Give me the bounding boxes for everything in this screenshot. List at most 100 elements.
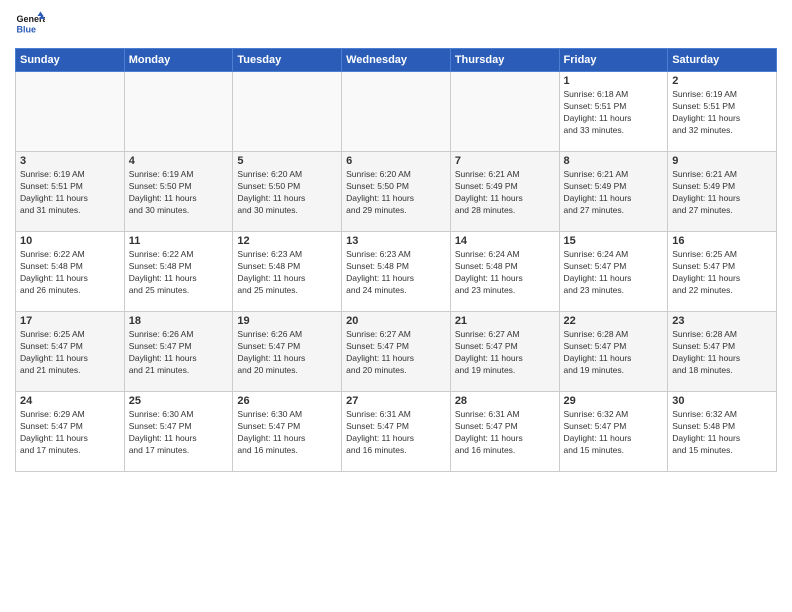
week-row-1: 1 Sunrise: 6:18 AM Sunset: 5:51 PM Daylig… <box>16 72 777 152</box>
day-cell: 27 Sunrise: 6:31 AM Sunset: 5:47 PM Dayli… <box>342 392 451 472</box>
day-cell: 14 Sunrise: 6:24 AM Sunset: 5:48 PM Dayli… <box>450 232 559 312</box>
day-cell <box>124 72 233 152</box>
day-info: Sunrise: 6:21 AM Sunset: 5:49 PM Dayligh… <box>672 169 772 217</box>
calendar-table: SundayMondayTuesdayWednesdayThursdayFrid… <box>15 48 777 472</box>
day-info: Sunrise: 6:19 AM Sunset: 5:51 PM Dayligh… <box>672 89 772 137</box>
day-number: 19 <box>237 315 337 327</box>
day-cell: 3 Sunrise: 6:19 AM Sunset: 5:51 PM Daylig… <box>16 152 125 232</box>
svg-text:Blue: Blue <box>17 25 37 35</box>
day-info: Sunrise: 6:24 AM Sunset: 5:48 PM Dayligh… <box>455 249 555 297</box>
col-header-wednesday: Wednesday <box>342 49 451 72</box>
day-number: 14 <box>455 235 555 247</box>
week-row-3: 10 Sunrise: 6:22 AM Sunset: 5:48 PM Dayli… <box>16 232 777 312</box>
day-number: 25 <box>129 395 229 407</box>
day-info: Sunrise: 6:18 AM Sunset: 5:51 PM Dayligh… <box>564 89 664 137</box>
day-info: Sunrise: 6:22 AM Sunset: 5:48 PM Dayligh… <box>129 249 229 297</box>
day-cell: 10 Sunrise: 6:22 AM Sunset: 5:48 PM Dayli… <box>16 232 125 312</box>
day-cell <box>233 72 342 152</box>
day-cell <box>450 72 559 152</box>
day-cell: 24 Sunrise: 6:29 AM Sunset: 5:47 PM Dayli… <box>16 392 125 472</box>
day-info: Sunrise: 6:29 AM Sunset: 5:47 PM Dayligh… <box>20 409 120 457</box>
day-number: 30 <box>672 395 772 407</box>
day-number: 24 <box>20 395 120 407</box>
day-number: 18 <box>129 315 229 327</box>
day-number: 17 <box>20 315 120 327</box>
day-number: 13 <box>346 235 446 247</box>
day-info: Sunrise: 6:26 AM Sunset: 5:47 PM Dayligh… <box>237 329 337 377</box>
calendar-header-row: SundayMondayTuesdayWednesdayThursdayFrid… <box>16 49 777 72</box>
day-cell: 9 Sunrise: 6:21 AM Sunset: 5:49 PM Daylig… <box>668 152 777 232</box>
day-number: 29 <box>564 395 664 407</box>
day-cell: 5 Sunrise: 6:20 AM Sunset: 5:50 PM Daylig… <box>233 152 342 232</box>
day-cell: 11 Sunrise: 6:22 AM Sunset: 5:48 PM Dayli… <box>124 232 233 312</box>
week-row-4: 17 Sunrise: 6:25 AM Sunset: 5:47 PM Dayli… <box>16 312 777 392</box>
day-number: 3 <box>20 155 120 167</box>
day-info: Sunrise: 6:25 AM Sunset: 5:47 PM Dayligh… <box>672 249 772 297</box>
day-cell: 19 Sunrise: 6:26 AM Sunset: 5:47 PM Dayli… <box>233 312 342 392</box>
day-info: Sunrise: 6:28 AM Sunset: 5:47 PM Dayligh… <box>564 329 664 377</box>
day-info: Sunrise: 6:21 AM Sunset: 5:49 PM Dayligh… <box>564 169 664 217</box>
day-cell: 4Sunrise: 6:19 AM Sunset: 5:50 PM Daylig… <box>124 152 233 232</box>
day-info: Sunrise: 6:30 AM Sunset: 5:47 PM Dayligh… <box>237 409 337 457</box>
day-number: 22 <box>564 315 664 327</box>
day-number: 23 <box>672 315 772 327</box>
day-info: Sunrise: 6:28 AM Sunset: 5:47 PM Dayligh… <box>672 329 772 377</box>
day-info: Sunrise: 6:27 AM Sunset: 5:47 PM Dayligh… <box>455 329 555 377</box>
day-cell <box>16 72 125 152</box>
day-number: 4 <box>129 155 229 167</box>
day-cell: 17 Sunrise: 6:25 AM Sunset: 5:47 PM Dayli… <box>16 312 125 392</box>
col-header-tuesday: Tuesday <box>233 49 342 72</box>
day-cell: 13 Sunrise: 6:23 AM Sunset: 5:48 PM Dayli… <box>342 232 451 312</box>
day-number: 20 <box>346 315 446 327</box>
day-cell: 2Sunrise: 6:19 AM Sunset: 5:51 PM Daylig… <box>668 72 777 152</box>
day-cell: 16 Sunrise: 6:25 AM Sunset: 5:47 PM Dayli… <box>668 232 777 312</box>
day-info: Sunrise: 6:26 AM Sunset: 5:47 PM Dayligh… <box>129 329 229 377</box>
day-number: 5 <box>237 155 337 167</box>
day-cell <box>342 72 451 152</box>
day-cell: 23 Sunrise: 6:28 AM Sunset: 5:47 PM Dayli… <box>668 312 777 392</box>
day-number: 11 <box>129 235 229 247</box>
day-number: 10 <box>20 235 120 247</box>
day-info: Sunrise: 6:32 AM Sunset: 5:47 PM Dayligh… <box>564 409 664 457</box>
day-info: Sunrise: 6:27 AM Sunset: 5:47 PM Dayligh… <box>346 329 446 377</box>
day-info: Sunrise: 6:31 AM Sunset: 5:47 PM Dayligh… <box>455 409 555 457</box>
day-cell: 6 Sunrise: 6:20 AM Sunset: 5:50 PM Daylig… <box>342 152 451 232</box>
header: General Blue <box>15 10 777 40</box>
day-cell: 1 Sunrise: 6:18 AM Sunset: 5:51 PM Daylig… <box>559 72 668 152</box>
day-cell: 18 Sunrise: 6:26 AM Sunset: 5:47 PM Dayli… <box>124 312 233 392</box>
day-info: Sunrise: 6:30 AM Sunset: 5:47 PM Dayligh… <box>129 409 229 457</box>
day-info: Sunrise: 6:23 AM Sunset: 5:48 PM Dayligh… <box>346 249 446 297</box>
day-number: 12 <box>237 235 337 247</box>
col-header-friday: Friday <box>559 49 668 72</box>
day-cell: 12 Sunrise: 6:23 AM Sunset: 5:48 PM Dayli… <box>233 232 342 312</box>
day-info: Sunrise: 6:24 AM Sunset: 5:47 PM Dayligh… <box>564 249 664 297</box>
page-container: General Blue SundayMondayTuesdayWednesda… <box>0 0 792 482</box>
day-cell: 22 Sunrise: 6:28 AM Sunset: 5:47 PM Dayli… <box>559 312 668 392</box>
col-header-saturday: Saturday <box>668 49 777 72</box>
week-row-5: 24 Sunrise: 6:29 AM Sunset: 5:47 PM Dayli… <box>16 392 777 472</box>
day-number: 28 <box>455 395 555 407</box>
day-info: Sunrise: 6:22 AM Sunset: 5:48 PM Dayligh… <box>20 249 120 297</box>
day-info: Sunrise: 6:20 AM Sunset: 5:50 PM Dayligh… <box>346 169 446 217</box>
day-info: Sunrise: 6:31 AM Sunset: 5:47 PM Dayligh… <box>346 409 446 457</box>
day-number: 6 <box>346 155 446 167</box>
day-number: 1 <box>564 75 664 87</box>
col-header-sunday: Sunday <box>16 49 125 72</box>
day-number: 7 <box>455 155 555 167</box>
day-cell: 28 Sunrise: 6:31 AM Sunset: 5:47 PM Dayli… <box>450 392 559 472</box>
day-info: Sunrise: 6:25 AM Sunset: 5:47 PM Dayligh… <box>20 329 120 377</box>
day-number: 27 <box>346 395 446 407</box>
day-info: Sunrise: 6:23 AM Sunset: 5:48 PM Dayligh… <box>237 249 337 297</box>
day-cell: 7Sunrise: 6:21 AM Sunset: 5:49 PM Daylig… <box>450 152 559 232</box>
day-info: Sunrise: 6:20 AM Sunset: 5:50 PM Dayligh… <box>237 169 337 217</box>
col-header-thursday: Thursday <box>450 49 559 72</box>
day-number: 9 <box>672 155 772 167</box>
calendar-body: 1 Sunrise: 6:18 AM Sunset: 5:51 PM Daylig… <box>16 72 777 472</box>
day-number: 16 <box>672 235 772 247</box>
col-header-monday: Monday <box>124 49 233 72</box>
day-cell: 8Sunrise: 6:21 AM Sunset: 5:49 PM Daylig… <box>559 152 668 232</box>
day-cell: 29 Sunrise: 6:32 AM Sunset: 5:47 PM Dayli… <box>559 392 668 472</box>
day-info: Sunrise: 6:19 AM Sunset: 5:51 PM Dayligh… <box>20 169 120 217</box>
day-cell: 25 Sunrise: 6:30 AM Sunset: 5:47 PM Dayli… <box>124 392 233 472</box>
day-number: 21 <box>455 315 555 327</box>
